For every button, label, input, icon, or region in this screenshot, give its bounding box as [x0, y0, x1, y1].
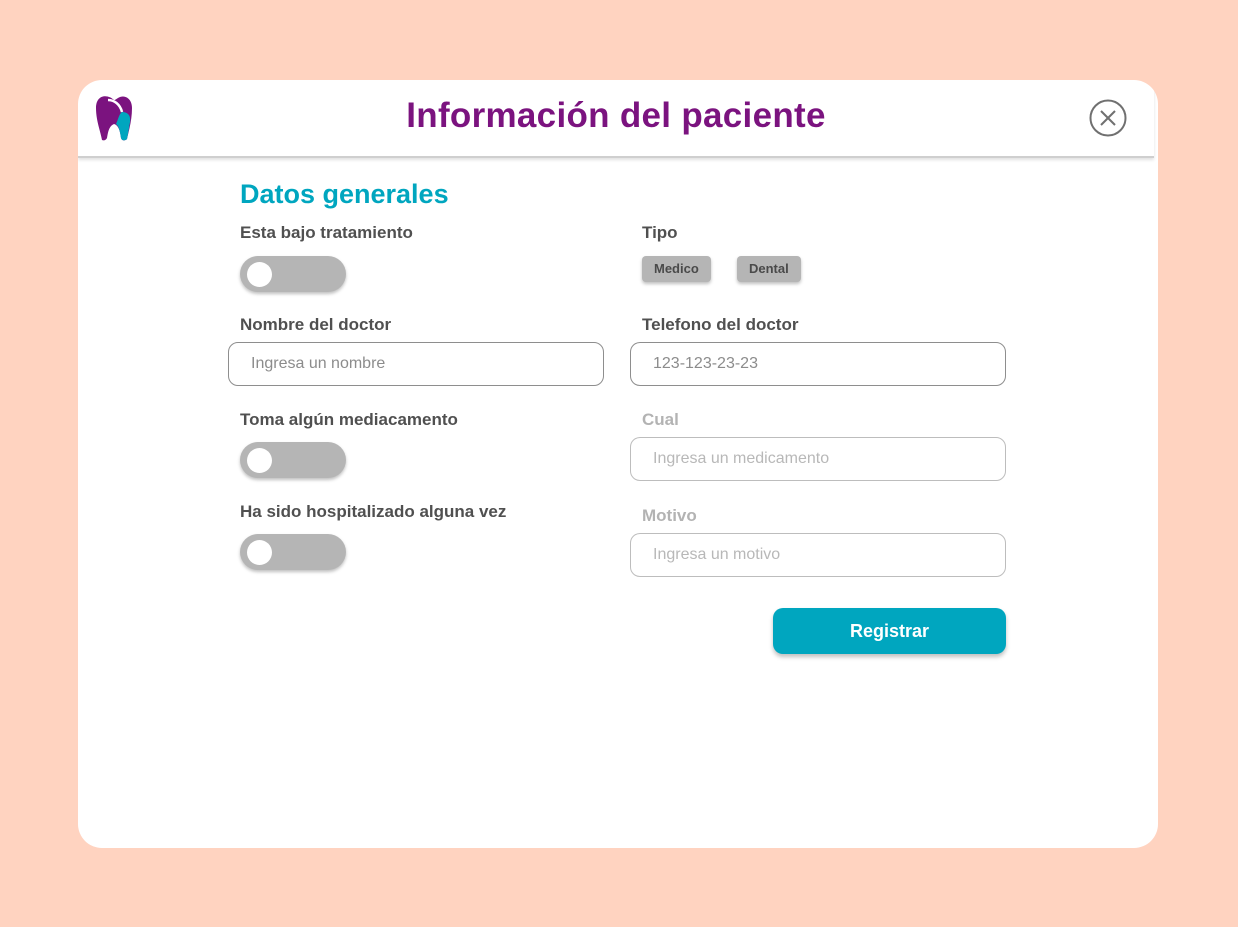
- hospitalized-toggle[interactable]: [240, 534, 346, 570]
- takes-medication-label: Toma algún mediacamento: [240, 410, 458, 429]
- doctor-name-label: Nombre del doctor: [240, 315, 392, 334]
- section-title: Datos generales: [240, 179, 449, 209]
- hospitalized-label: Ha sido hospitalizado alguna vez: [240, 502, 507, 521]
- medication-input[interactable]: [630, 437, 1006, 481]
- patient-info-modal: Información del paciente Datos generales…: [78, 80, 1158, 848]
- doctor-phone-input[interactable]: [630, 342, 1006, 386]
- under-treatment-label: Esta bajo tratamiento: [240, 223, 413, 242]
- reason-label: Motivo: [642, 506, 697, 525]
- toggle-knob: [247, 540, 272, 565]
- under-treatment-toggle[interactable]: [240, 256, 346, 292]
- close-icon[interactable]: [1089, 99, 1127, 137]
- type-label: Tipo: [642, 223, 678, 242]
- modal-header: Información del paciente: [78, 80, 1154, 158]
- type-option-dental[interactable]: Dental: [737, 256, 801, 282]
- toggle-knob: [247, 448, 272, 473]
- doctor-name-input[interactable]: [228, 342, 604, 386]
- takes-medication-toggle[interactable]: [240, 442, 346, 478]
- doctor-phone-label: Telefono del doctor: [642, 315, 799, 334]
- register-button[interactable]: Registrar: [773, 608, 1006, 654]
- medication-which-label: Cual: [642, 410, 679, 429]
- reason-input[interactable]: [630, 533, 1006, 577]
- modal-title: Información del paciente: [406, 96, 826, 135]
- toggle-knob: [247, 262, 272, 287]
- type-option-medico[interactable]: Medico: [642, 256, 711, 282]
